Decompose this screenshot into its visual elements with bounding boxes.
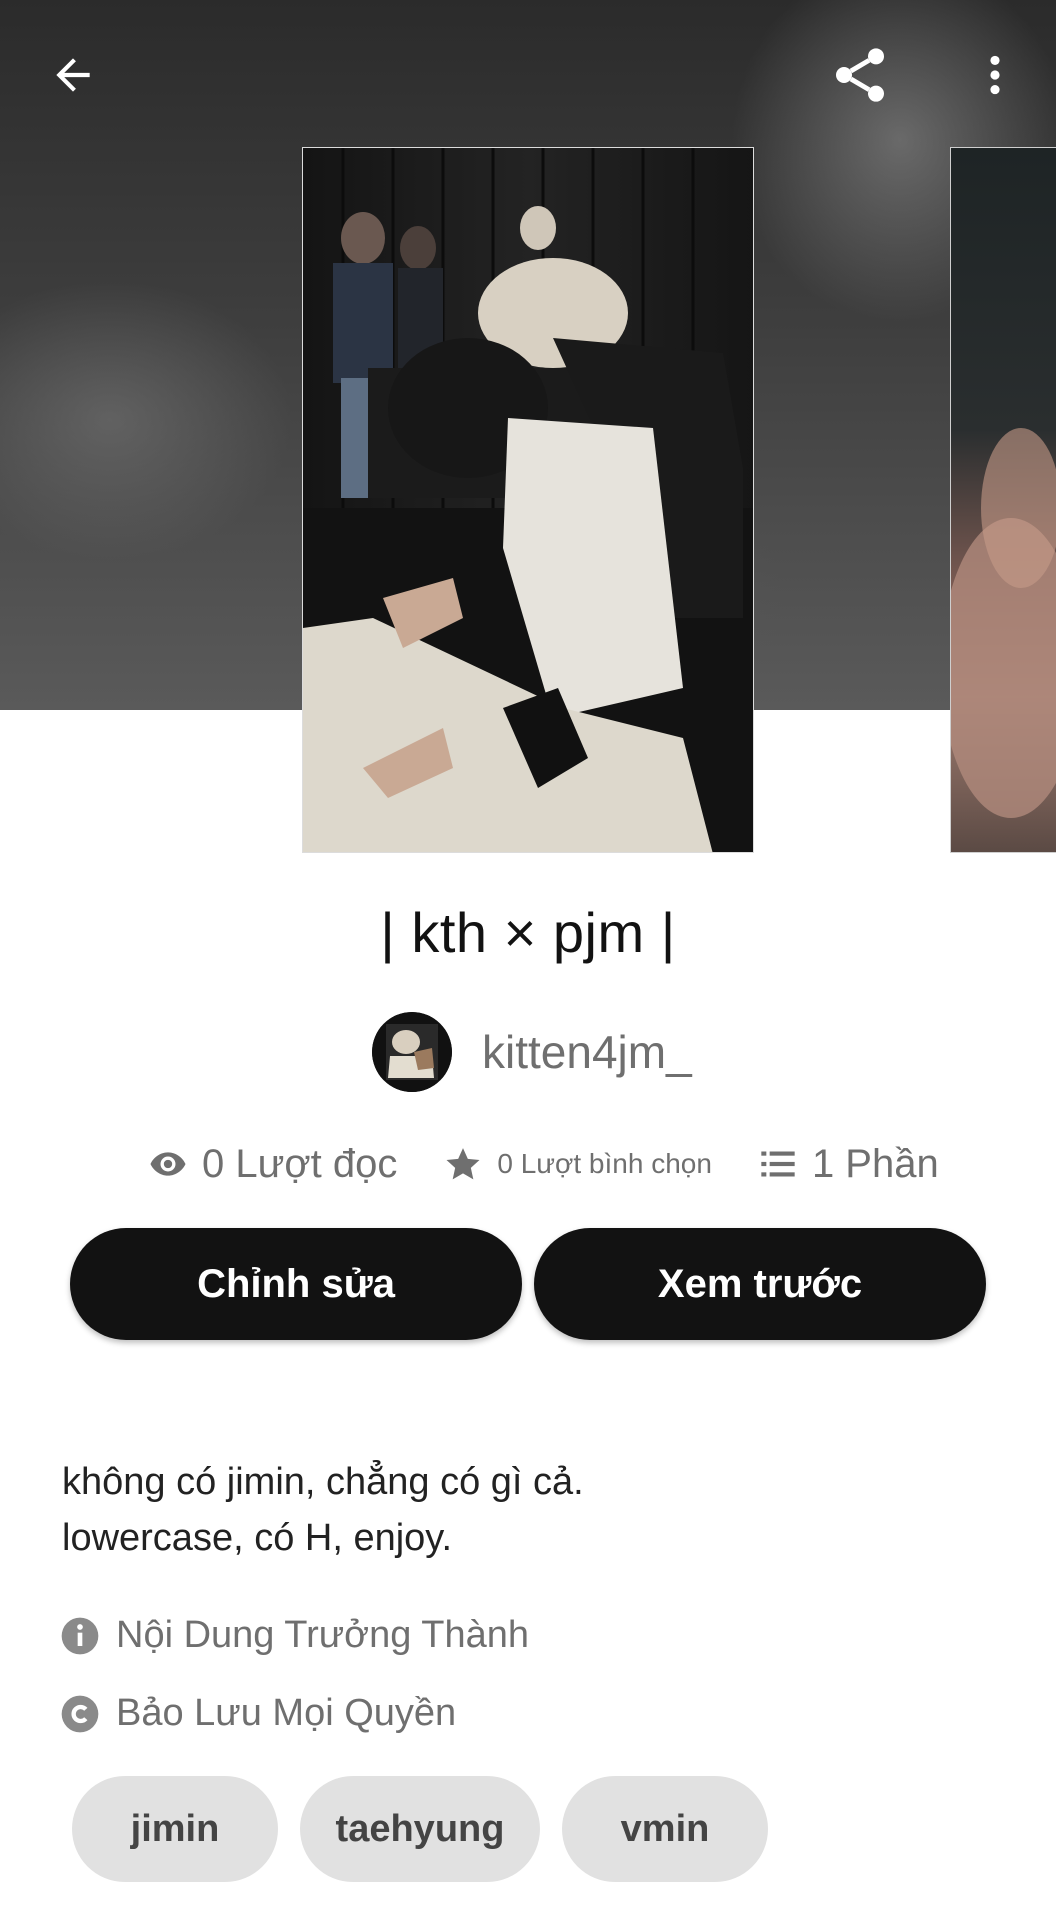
copyright-notice: Bảo Lưu Mọi Quyền	[60, 1692, 456, 1735]
more-vertical-icon	[990, 55, 1000, 95]
tag-chip[interactable]: taehyung	[300, 1776, 540, 1882]
tag-chip[interactable]: vmin	[562, 1776, 768, 1882]
description-line: không có jimin, chẳng có gì cả.	[62, 1461, 584, 1503]
share-button[interactable]	[815, 30, 905, 120]
reads-count: 0 Lượt đọc	[202, 1141, 398, 1186]
parts-count: 1 Phần	[811, 1141, 939, 1186]
cover-photo	[303, 148, 753, 852]
votes-count: 0 Lượt bình chọn	[497, 1148, 712, 1179]
avatar-photo	[372, 1012, 452, 1092]
author-name[interactable]: kitten4jm_	[482, 1025, 692, 1079]
edit-button[interactable]: Chỉnh sửa	[70, 1228, 522, 1340]
description-line: lowercase, có H, enjoy.	[62, 1517, 453, 1559]
eye-icon	[150, 1152, 186, 1176]
preview-button[interactable]: Xem trước	[534, 1228, 986, 1340]
arrow-left-icon	[56, 58, 90, 92]
copyright-icon	[61, 1695, 99, 1732]
story-description: không có jimin, chẳng có gì cả. lowercas…	[62, 1454, 584, 1566]
top-app-bar	[0, 0, 1056, 150]
mature-content-notice: Nội Dung Trưởng Thành	[60, 1614, 529, 1657]
info-icon	[61, 1617, 99, 1654]
story-cover-image[interactable]	[302, 147, 754, 853]
tag-list: jimin taehyung vmin	[72, 1776, 790, 1882]
next-cover-photo	[951, 428, 1056, 818]
back-button[interactable]	[28, 30, 118, 120]
parts-stat: 1 Phần	[758, 1142, 939, 1187]
share-icon	[836, 48, 884, 102]
mature-label: Nội Dung Trưởng Thành	[116, 1614, 529, 1656]
story-title: | kth × pjm |	[380, 901, 676, 964]
story-stats: 0 Lượt đọc 0 Lượt bình chọn 1 Phần	[148, 1136, 939, 1192]
tag-chip[interactable]: jimin	[72, 1776, 278, 1882]
author-avatar[interactable]	[372, 1012, 452, 1092]
copyright-label: Bảo Lưu Mọi Quyền	[116, 1692, 457, 1734]
next-story-cover-image[interactable]	[950, 147, 1056, 853]
votes-stat: 0 Lượt bình chọn	[443, 1144, 712, 1184]
more-options-button[interactable]	[950, 30, 1040, 120]
list-icon	[761, 1151, 795, 1177]
reads-stat: 0 Lượt đọc	[148, 1142, 397, 1187]
author-link[interactable]: kitten4jm_	[372, 1012, 692, 1092]
star-icon	[446, 1148, 480, 1180]
